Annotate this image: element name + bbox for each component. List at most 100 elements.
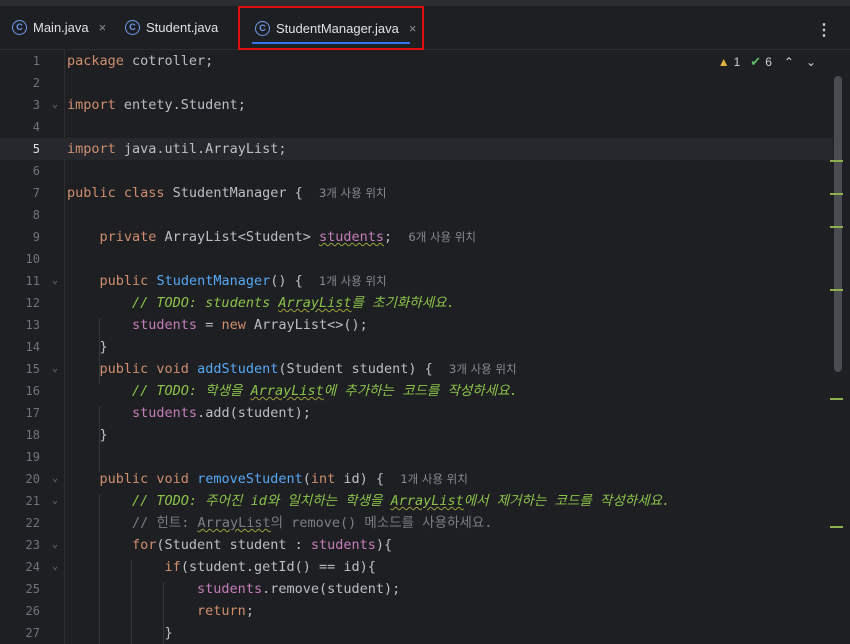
fold-icon[interactable]: ⌄ [52,468,58,490]
code-text: public void addStudent(Student student) … [99,361,517,377]
line-number: 8 [32,208,40,222]
line-number: 12 [25,296,40,310]
code-line: 8 [0,204,833,226]
code-text: students.add(student); [132,405,311,421]
line-number: 9 [32,230,40,244]
code-line: 27 } [0,622,833,644]
code-line: 13 students = new ArrayList<>(); [0,314,833,336]
code-text: } [99,339,108,355]
tab-label: Main.java [33,20,89,35]
line-number: 5 [32,142,40,156]
code-line: 26 return; [0,600,833,622]
code-text: public class StudentManager { 3개 사용 위치 [67,185,387,201]
code-text: public StudentManager() { 1개 사용 위치 [99,273,387,289]
line-number: 18 [25,428,40,442]
todo-comment: // TODO: 주어진 id와 일치하는 학생을 ArrayList에서 제거… [132,493,671,509]
tab-label: StudentManager.java [276,20,399,36]
change-marker[interactable] [830,289,843,291]
line-number: 24 [25,560,40,574]
fold-icon[interactable]: ⌄ [52,556,58,578]
line-number: 1 [32,54,40,68]
change-marker[interactable] [830,193,843,195]
code-line: 23 ⌄ for(Student student : students){ [0,534,833,556]
change-marker[interactable] [830,398,843,400]
code-text: private ArrayList<Student> students; 6개 … [99,229,476,245]
tab-studentmanager-java[interactable]: C StudentManager.java × [238,6,424,50]
code-text: for(Student student : students){ [132,537,393,553]
line-number: 23 [25,538,40,552]
todo-comment: // TODO: students ArrayList를 초기화하세요. [132,295,455,311]
code-line: 6 [0,160,833,182]
change-marker[interactable] [830,526,843,528]
close-icon[interactable]: × [99,20,107,35]
class-c-icon: C [12,20,27,35]
code-line: 7 public class StudentManager { 3개 사용 위치 [0,182,833,204]
code-line: 20 ⌄ public void removeStudent(int id) {… [0,468,833,490]
code-text: public void removeStudent(int id) { 1개 사… [99,471,468,487]
code-line: 15 ⌄ public void addStudent(Student stud… [0,358,833,380]
code-line: 11 ⌄ public StudentManager() { 1개 사용 위치 [0,270,833,292]
line-number: 10 [25,252,40,266]
class-c-icon: C [255,20,270,36]
line-number: 20 [25,472,40,486]
change-marker[interactable] [830,160,843,162]
code-line: 22 // 힌트: ArrayList의 remove() 메소드를 사용하세요… [0,512,833,534]
line-number: 7 [32,186,40,200]
code-line: 10 [0,248,833,270]
line-number: 6 [32,164,40,178]
line-number: 22 [25,516,40,530]
class-c-icon: C [125,20,140,35]
line-number: 26 [25,604,40,618]
code-line: 2 [0,72,833,94]
code-editor[interactable]: ▲ 1 ✔ 6 ⌃ ⌄ 1 package cotroller; 2 3 ⌄ i… [0,50,850,644]
fold-icon[interactable]: ⌄ [52,534,58,556]
fold-icon[interactable]: ⌄ [52,358,58,380]
line-number: 4 [32,120,40,134]
code-line: 1 package cotroller; [0,50,833,72]
code-text: } [99,427,108,443]
comment: // 힌트: ArrayList의 remove() 메소드를 사용하세요. [132,515,493,531]
code-text: if(student.getId() == id){ [164,559,376,575]
editor-tab-bar: C Main.java × C Student.java C StudentMa… [0,6,850,50]
usage-hint[interactable]: 3개 사용 위치 [449,362,517,376]
line-number: 13 [25,318,40,332]
code-line: 25 students.remove(student); [0,578,833,600]
line-number: 27 [25,626,40,640]
code-text: import java.util.ArrayList; [67,141,287,157]
todo-comment: // TODO: 학생을 ArrayList에 추가하는 코드를 작성하세요. [132,383,518,399]
usage-hint[interactable]: 1개 사용 위치 [319,274,387,288]
code-line: 3 ⌄ import entety.Student; [0,94,833,116]
line-number: 11 [25,274,40,288]
change-marker[interactable] [830,226,843,228]
vertical-scrollbar[interactable] [834,76,842,372]
code-line: 9 private ArrayList<Student> students; 6… [0,226,833,248]
code-line: 24 ⌄ if(student.getId() == id){ [0,556,833,578]
line-number: 16 [25,384,40,398]
tab-main-java[interactable]: C Main.java × [12,6,106,49]
line-number: 15 [25,362,40,376]
fold-icon[interactable]: ⌄ [52,270,58,292]
usage-hint[interactable]: 3개 사용 위치 [319,186,387,200]
code-line: 21 ⌄ // TODO: 주어진 id와 일치하는 학생을 ArrayList… [0,490,833,512]
code-text: return; [197,603,254,619]
usage-hint[interactable]: 1개 사용 위치 [400,472,468,486]
code-line: 14 } [0,336,833,358]
code-line: 4 [0,116,833,138]
fold-icon[interactable]: ⌄ [52,94,58,116]
line-number: 25 [25,582,40,596]
code-line: 12 // TODO: students ArrayList를 초기화하세요. [0,292,833,314]
code-line: 18 } [0,424,833,446]
code-line-current: 5 import java.util.ArrayList; [0,138,833,160]
code-line: 16 // TODO: 학생을 ArrayList에 추가하는 코드를 작성하세… [0,380,833,402]
code-text: package cotroller; [67,53,214,69]
tab-label: Student.java [146,20,219,35]
code-text: students.remove(student); [197,581,401,597]
fold-icon[interactable]: ⌄ [52,490,58,512]
line-number: 17 [25,406,40,420]
usage-hint[interactable]: 6개 사용 위치 [408,230,476,244]
tab-student-java[interactable]: C Student.java [125,6,218,49]
line-number: 19 [25,450,40,464]
line-number: 2 [32,76,40,90]
close-icon[interactable]: × [409,21,417,36]
more-options-icon[interactable]: ⋮ [816,20,832,40]
